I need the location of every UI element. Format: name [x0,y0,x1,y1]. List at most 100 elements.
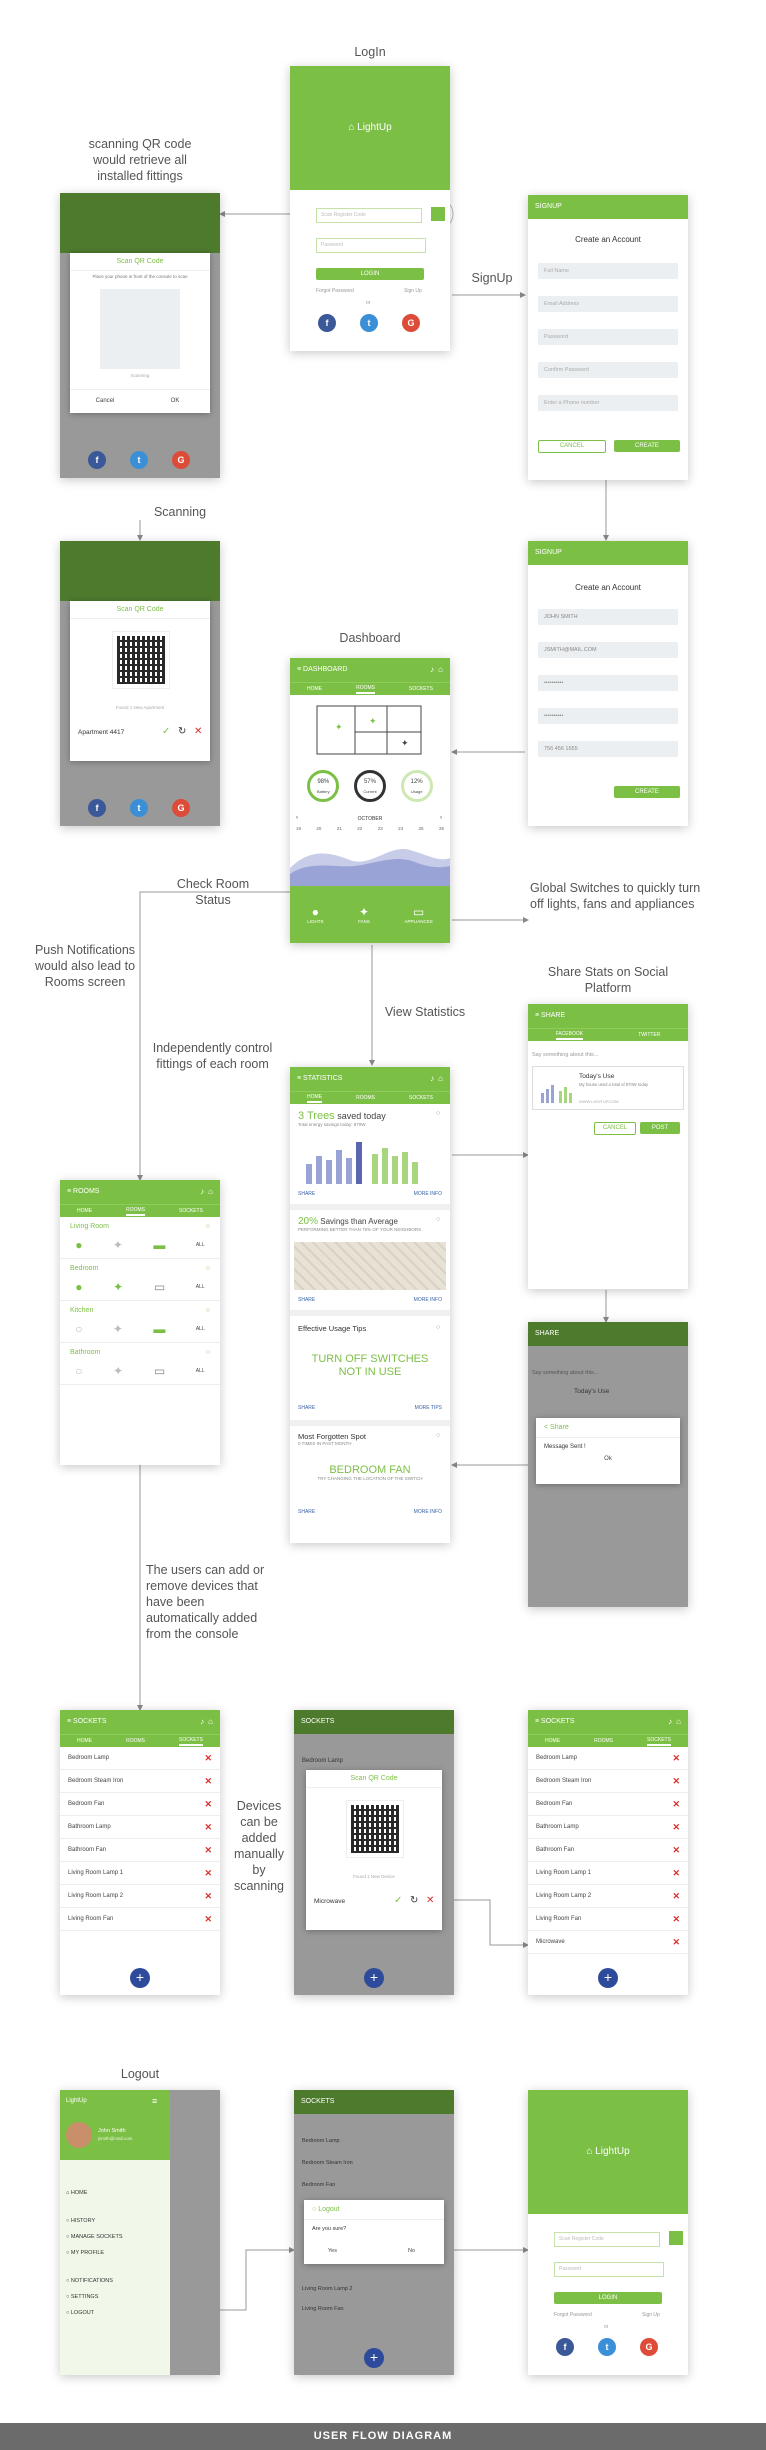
reject-x-icon[interactable]: ✕ [194,726,202,737]
remove-x-icon[interactable]: ✕ [672,1799,680,1810]
remove-x-icon[interactable]: ✕ [672,1891,680,1902]
fan-icon[interactable]: ✦ [113,1238,123,1252]
password-field[interactable]: •••••••••• [538,675,678,691]
tab-sockets[interactable]: SOCKETS [179,1737,203,1746]
share-message-input[interactable]: Say something about this... [532,1052,598,1058]
scan-code-input[interactable]: Scan Register Code [316,208,422,223]
confirm-password-field[interactable]: •••••••••• [538,708,678,724]
info-icon[interactable]: ○ [436,1110,440,1117]
tab-rooms[interactable]: ROOMS [126,1738,145,1744]
tab-home[interactable]: HOME [77,1208,92,1214]
day-tick-label[interactable]: 25 [419,826,424,831]
socket-icon[interactable]: ▭ [154,1280,165,1294]
bulb-icon[interactable]: ● [75,1238,82,1252]
day-tick-label[interactable]: 21 [337,826,342,831]
tab-rooms[interactable]: ROOMS [594,1738,613,1744]
remove-x-icon[interactable]: ✕ [672,1822,680,1833]
menu-item-logout[interactable]: ○ LOGOUT [66,2310,94,2316]
login-button[interactable]: LOGIN [316,268,424,280]
qr-scan-icon[interactable] [431,207,445,221]
tab-home[interactable]: HOME [545,1738,560,1744]
remove-x-icon[interactable]: ✕ [204,1753,212,1764]
chevron-right-icon[interactable]: › [440,815,442,821]
socket-icon[interactable]: ▬ [153,1238,165,1252]
remove-x-icon[interactable]: ✕ [672,1776,680,1787]
confirm-check-icon[interactable]: ✓ [394,1895,402,1906]
tab-twitter[interactable]: TWITTER [638,1032,660,1038]
bulb-icon[interactable]: ● [75,1280,82,1294]
signup-cancel-button[interactable]: CANCEL [538,440,606,453]
home-icon[interactable]: ⌂ [208,1187,213,1196]
tab-facebook[interactable]: FACEBOOK [555,1031,584,1040]
twitter-icon[interactable]: t [598,2338,616,2356]
menu-item-history[interactable]: ○ HISTORY [66,2218,95,2224]
info-icon[interactable]: ○ [436,1432,440,1439]
share-link[interactable]: SHARE [298,1509,315,1515]
fan-icon[interactable]: ✦ [113,1322,123,1336]
rescan-icon[interactable]: ↻ [410,1895,418,1906]
bell-icon[interactable]: ♪ [200,1187,204,1196]
share-cancel-button[interactable]: CANCEL [594,1122,636,1135]
menu-item-profile[interactable]: ○ MY PROFILE [66,2250,104,2256]
menu-item-settings[interactable]: ○ SETTINGS [66,2294,98,2300]
scan-cancel-button[interactable]: Cancel [70,389,140,412]
settings-icon[interactable]: ○ [206,1307,210,1314]
bell-icon[interactable]: ♪ [200,1717,204,1726]
email-field[interactable]: JSMITH@MAIL.COM [538,642,678,658]
qr-scan-icon[interactable] [669,2231,683,2245]
signup-link[interactable]: Sign Up [404,288,422,294]
remove-x-icon[interactable]: ✕ [204,1914,212,1925]
fan-icon[interactable]: ✦ [113,1280,123,1294]
remove-x-icon[interactable]: ✕ [204,1868,212,1879]
login-button[interactable]: LOGIN [554,2292,662,2304]
remove-x-icon[interactable]: ✕ [204,1891,212,1902]
settings-icon[interactable]: ○ [206,1223,210,1230]
remove-x-icon[interactable]: ✕ [672,1937,680,1948]
day-tick-label[interactable]: 19 [296,826,301,831]
share-link[interactable]: SHARE [298,1297,315,1303]
home-icon[interactable]: ⌂ [676,1717,681,1726]
signup-create-button[interactable]: CREATE [614,786,680,798]
menu-item-notifications[interactable]: ○ NOTIFICATIONS [66,2278,113,2284]
logout-no-button[interactable]: No [408,2248,415,2254]
bell-icon[interactable]: ♪ [430,1074,434,1083]
forgot-password-link[interactable]: Forgot Password [316,288,354,294]
home-icon[interactable]: ⌂ [438,665,443,674]
tab-home[interactable]: HOME [77,1738,92,1744]
signup-create-button[interactable]: CREATE [614,440,680,452]
fans-switch[interactable]: ✦ FANS [358,905,370,924]
remove-x-icon[interactable]: ✕ [672,1753,680,1764]
facebook-icon[interactable]: f [318,314,336,332]
confirm-password-field[interactable]: Confirm Password [538,362,678,378]
share-link[interactable]: SHARE [298,1191,315,1197]
password-field[interactable]: Password [538,329,678,345]
remove-x-icon[interactable]: ✕ [672,1845,680,1856]
logout-yes-button[interactable]: Yes [328,2248,337,2254]
phone-field[interactable]: 756 456 1655 [538,741,678,757]
tab-sockets[interactable]: SOCKETS [409,686,433,692]
info-icon[interactable]: ○ [436,1216,440,1223]
more-info-link[interactable]: MORE INFO [414,1297,442,1303]
menu-item-manage-sockets[interactable]: ○ MANAGE SOCKETS [66,2234,123,2240]
remove-x-icon[interactable]: ✕ [204,1845,212,1856]
confirm-check-icon[interactable]: ✓ [162,726,170,737]
tab-rooms[interactable]: ROOMS [126,1207,145,1216]
google-plus-icon[interactable]: G [402,314,420,332]
remove-x-icon[interactable]: ✕ [204,1776,212,1787]
menu-item-home[interactable]: ⌂ HOME [66,2190,87,2196]
full-name-field[interactable]: Full Name [538,263,678,279]
settings-icon[interactable]: ○ [206,1265,210,1272]
more-info-link[interactable]: MORE INFO [414,1191,442,1197]
day-tick-label[interactable]: 26 [439,826,444,831]
remove-x-icon[interactable]: ✕ [672,1914,680,1925]
tab-sockets[interactable]: SOCKETS [647,1737,671,1746]
day-tick-label[interactable]: 22 [357,826,362,831]
tab-sockets[interactable]: SOCKETS [409,1095,433,1101]
remove-x-icon[interactable]: ✕ [204,1799,212,1810]
menu-icon[interactable]: ≡ [152,2096,157,2106]
full-name-field[interactable]: JOHN SMITH [538,609,678,625]
forgot-password-link[interactable]: Forgot Password [554,2312,592,2318]
password-input[interactable]: Password [554,2262,664,2277]
remove-x-icon[interactable]: ✕ [204,1822,212,1833]
reject-x-icon[interactable]: ✕ [426,1895,434,1906]
